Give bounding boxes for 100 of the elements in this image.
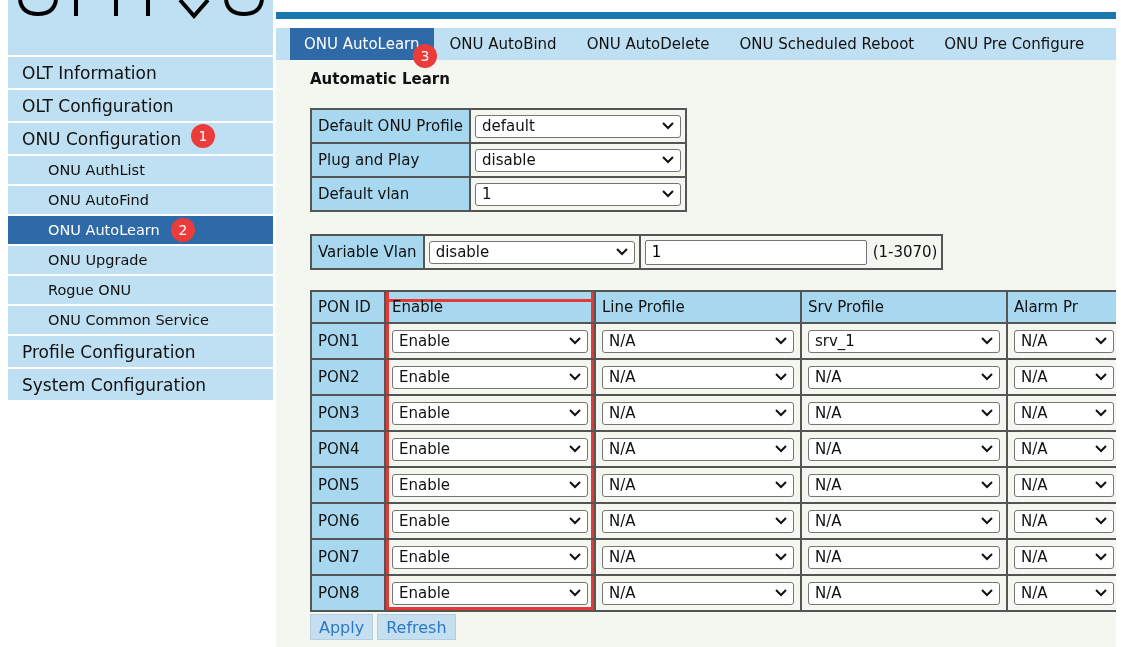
sidebar-subitem[interactable]: ONU Common Service xyxy=(8,306,273,334)
select-field[interactable]: N/A xyxy=(602,401,794,425)
sidebar-item[interactable]: System Configuration xyxy=(8,369,273,400)
vlan-input[interactable]: 1 xyxy=(644,239,867,265)
select-field[interactable]: N/A xyxy=(1014,509,1114,533)
chevron-down-icon xyxy=(569,517,581,525)
chevron-down-icon xyxy=(569,553,581,561)
chevron-down-icon xyxy=(1095,553,1107,561)
chevron-down-icon xyxy=(981,409,993,417)
field-label: Default vlan xyxy=(311,177,470,211)
select-field[interactable]: N/A xyxy=(808,473,1000,497)
select-field[interactable]: N/A xyxy=(1014,581,1114,605)
chevron-down-icon xyxy=(981,445,993,453)
select-field[interactable]: Enable xyxy=(392,545,588,569)
chevron-down-icon xyxy=(1095,517,1107,525)
select-field[interactable]: N/A xyxy=(602,365,794,389)
chevron-down-icon xyxy=(775,517,787,525)
select-field[interactable]: Enable xyxy=(392,365,588,389)
chevron-down-icon xyxy=(981,373,993,381)
sidebar-subitem[interactable]: ONU Upgrade xyxy=(8,246,273,274)
chevron-down-icon xyxy=(775,337,787,345)
select-field[interactable]: Enable xyxy=(392,509,588,533)
select-field[interactable]: N/A xyxy=(602,545,794,569)
select-field[interactable]: N/A xyxy=(1014,365,1114,389)
select-field[interactable]: N/A xyxy=(1014,545,1114,569)
column-header: Srv Profile xyxy=(801,291,1007,323)
table-cell: PON2 xyxy=(311,359,385,395)
select-field[interactable]: N/A xyxy=(808,437,1000,461)
table-cell: PON4 xyxy=(311,431,385,467)
chevron-down-icon xyxy=(569,373,581,381)
chevron-down-icon xyxy=(1095,337,1107,345)
chevron-down-icon xyxy=(569,337,581,345)
select-field[interactable]: N/A xyxy=(808,509,1000,533)
sidebar-subitem[interactable]: ONU AuthList xyxy=(8,156,273,184)
sidebar-subitem[interactable]: ONU AutoFind xyxy=(8,186,273,214)
range-hint: (1-3070) xyxy=(872,243,938,261)
sidebar-item[interactable]: OLT Information xyxy=(8,57,273,88)
field-label: Variable Vlan xyxy=(311,235,424,269)
chevron-down-icon xyxy=(569,409,581,417)
field-label: Plug and Play xyxy=(311,143,470,177)
select-field[interactable]: N/A xyxy=(602,581,794,605)
select-field[interactable]: N/A xyxy=(808,365,1000,389)
column-header: Alarm Pr xyxy=(1007,291,1116,323)
select-field[interactable]: N/A xyxy=(1014,437,1114,461)
sidebar-subitem[interactable]: Rogue ONU xyxy=(8,276,273,304)
chevron-down-icon xyxy=(662,190,674,198)
select-field[interactable]: Enable xyxy=(392,473,588,497)
select-field[interactable]: Enable xyxy=(392,329,588,353)
table-cell: PON3 xyxy=(311,395,385,431)
select-field[interactable]: Enable xyxy=(392,401,588,425)
sidebar-item[interactable]: Profile Configuration xyxy=(8,336,273,367)
select-field[interactable]: N/A xyxy=(808,545,1000,569)
select-field[interactable]: N/A xyxy=(1014,329,1114,353)
select-field[interactable]: disable xyxy=(475,148,681,172)
chevron-down-icon xyxy=(775,445,787,453)
select-field[interactable]: N/A xyxy=(808,401,1000,425)
table-cell: PON6 xyxy=(311,503,385,539)
select-field[interactable]: Enable xyxy=(392,581,588,605)
column-header: PON ID xyxy=(311,291,385,323)
chevron-down-icon xyxy=(775,373,787,381)
chevron-down-icon xyxy=(1095,445,1107,453)
table-cell: PON8 xyxy=(311,575,385,611)
select-field[interactable]: N/A xyxy=(602,473,794,497)
table-cell: PON5 xyxy=(311,467,385,503)
select-field[interactable]: N/A xyxy=(1014,401,1114,425)
column-header: Line Profile xyxy=(595,291,801,323)
select-field[interactable]: default xyxy=(475,114,681,138)
chevron-down-icon xyxy=(1095,481,1107,489)
chevron-down-icon xyxy=(981,337,993,345)
chevron-down-icon xyxy=(775,589,787,597)
select-field[interactable]: N/A xyxy=(602,329,794,353)
section-title: Automatic Learn xyxy=(310,70,450,88)
select-field[interactable]: srv_1 xyxy=(808,329,1000,353)
chevron-down-icon xyxy=(981,553,993,561)
chevron-down-icon xyxy=(569,445,581,453)
chevron-down-icon xyxy=(615,248,628,256)
select-field[interactable]: N/A xyxy=(602,437,794,461)
chevron-down-icon xyxy=(662,156,674,164)
column-header: Enable xyxy=(385,291,595,323)
sidebar-item[interactable]: OLT Configuration xyxy=(8,90,273,121)
table-cell: PON1 xyxy=(311,323,385,359)
select-field[interactable]: 1 xyxy=(475,182,681,206)
select-field[interactable]: disable xyxy=(428,240,635,264)
chevron-down-icon xyxy=(775,409,787,417)
chevron-down-icon xyxy=(1095,373,1107,381)
chevron-down-icon xyxy=(775,481,787,489)
chevron-down-icon xyxy=(1095,409,1107,417)
chevron-down-icon xyxy=(569,481,581,489)
chevron-down-icon xyxy=(981,481,993,489)
chevron-down-icon xyxy=(775,553,787,561)
chevron-down-icon xyxy=(981,517,993,525)
table-cell: PON7 xyxy=(311,539,385,575)
chevron-down-icon xyxy=(569,589,581,597)
chevron-down-icon xyxy=(662,122,674,130)
select-field[interactable]: Enable xyxy=(392,437,588,461)
select-field[interactable]: N/A xyxy=(602,509,794,533)
select-field[interactable]: N/A xyxy=(1014,473,1114,497)
field-label: Default ONU Profile xyxy=(311,109,470,143)
chevron-down-icon xyxy=(981,589,993,597)
select-field[interactable]: N/A xyxy=(808,581,1000,605)
